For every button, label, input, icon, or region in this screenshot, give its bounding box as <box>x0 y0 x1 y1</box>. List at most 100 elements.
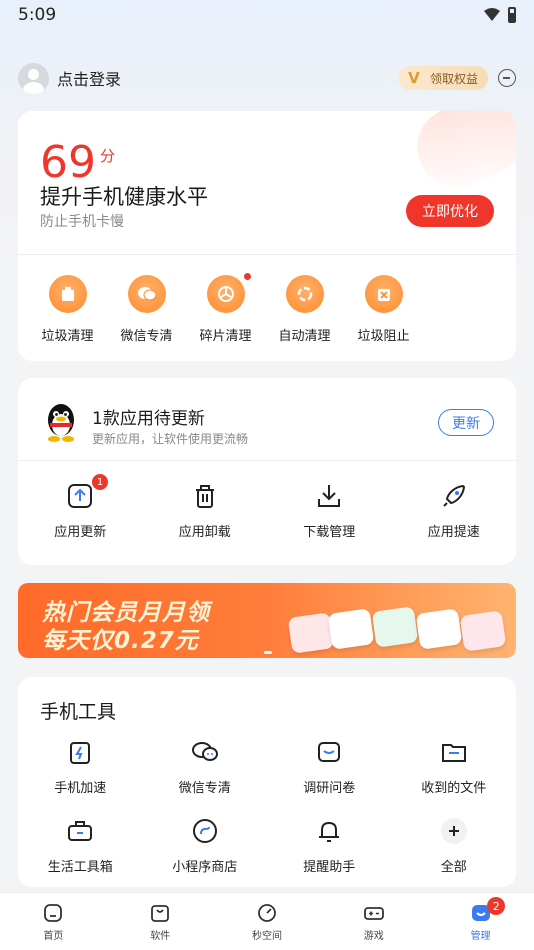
nav-label: 软件 <box>150 930 171 942</box>
auto-clean-icon <box>285 275 324 313</box>
score-subtitle: 防止手机卡慢 <box>40 214 124 230</box>
quick-item-wechat-clean[interactable]: 微信专清 <box>107 275 186 344</box>
quick-label: 垃圾阻止 <box>357 329 410 344</box>
tool-label: 全部 <box>440 860 467 875</box>
app-update-icon <box>68 484 93 508</box>
nav-manage[interactable]: 2 管理 <box>427 893 534 950</box>
vip-label: 领取权益 <box>429 71 478 86</box>
avatar[interactable] <box>18 62 49 94</box>
tencent-video-icon <box>415 608 463 650</box>
score-unit: 分 <box>100 147 116 165</box>
notification-dot <box>244 273 251 280</box>
vip-benefits-button[interactable]: V 领取权益 <box>397 66 488 90</box>
folder-icon <box>441 744 466 762</box>
fragment-icon <box>206 275 245 313</box>
banner-line-2: 每天仅0.27元 <box>42 628 199 654</box>
quick-item-fragment-clean[interactable]: 碎片清理 <box>186 273 265 344</box>
quick-item-auto-clean[interactable]: 自动清理 <box>265 275 344 344</box>
gamepad-icon <box>363 906 384 920</box>
download-manager-item[interactable]: 下载管理 <box>267 481 392 540</box>
tool-label: 下载管理 <box>303 525 356 540</box>
tool-wechat-clean[interactable]: 微信专清 <box>143 737 268 796</box>
app-update-card: 1款应用待更新 更新应用，让软件使用更流畅 更新 1 应用更新 应用卸载 下载管… <box>18 378 516 565</box>
block-icon <box>364 275 403 313</box>
nav-software[interactable]: 软件 <box>107 893 214 950</box>
banner-page-indicator <box>264 651 272 654</box>
app-logos-decoration <box>280 591 510 654</box>
vip-icon: V <box>408 69 420 87</box>
nav-home[interactable]: 首页 <box>0 893 107 950</box>
tool-mini-program-store[interactable]: 小程序商店 <box>143 816 268 875</box>
vip-promo-banner[interactable]: 热门会员月月领 每天仅0.27元 <box>18 583 516 658</box>
bell-icon <box>319 821 340 842</box>
quick-item-trash-clean[interactable]: 垃圾清理 <box>28 275 107 344</box>
plus-icon <box>440 818 467 844</box>
tool-all[interactable]: 全部 <box>392 816 517 875</box>
speedup-icon <box>70 742 91 764</box>
quick-label: 自动清理 <box>278 329 331 344</box>
battery-icon <box>508 7 516 23</box>
home-icon <box>44 903 63 922</box>
divider <box>18 254 516 255</box>
login-area[interactable]: 点击登录 <box>18 62 121 94</box>
mango-tv-icon <box>327 608 375 650</box>
update-button[interactable]: 更新 <box>438 409 494 436</box>
tool-label: 应用更新 <box>54 525 107 540</box>
status-icons <box>484 7 516 23</box>
trash-box-icon <box>48 275 87 313</box>
tools-title: 手机工具 <box>40 701 117 723</box>
tool-reminder[interactable]: 提醒助手 <box>267 816 392 875</box>
rocket-icon <box>443 484 465 507</box>
survey-icon <box>318 742 341 762</box>
quick-label: 碎片清理 <box>199 329 252 344</box>
tool-label: 应用卸载 <box>178 525 231 540</box>
optimize-button[interactable]: 立即优化 <box>406 195 494 227</box>
header: 点击登录 V 领取权益 <box>18 60 516 96</box>
manage-badge: 2 <box>487 897 506 915</box>
score-display: 69 分 <box>40 141 115 185</box>
header-actions: V 领取权益 <box>397 66 516 90</box>
tool-label: 收到的文件 <box>421 781 487 796</box>
decorative-arrow <box>404 111 516 201</box>
tool-survey[interactable]: 调研问卷 <box>267 737 392 796</box>
login-text[interactable]: 点击登录 <box>57 66 121 90</box>
qq-penguin-icon <box>48 404 74 442</box>
update-subtitle: 更新应用，让软件使用更流畅 <box>92 432 249 446</box>
quick-item-trash-block[interactable]: 垃圾阻止 <box>344 275 423 344</box>
nav-space[interactable]: 秒空间 <box>214 893 321 950</box>
tool-life-toolbox[interactable]: 生活工具箱 <box>18 816 143 875</box>
nav-label: 秒空间 <box>251 930 282 942</box>
update-summary: 1款应用待更新 更新应用，让软件使用更流畅 更新 <box>18 378 516 461</box>
nav-label: 管理 <box>470 930 491 942</box>
quick-label: 微信专清 <box>120 329 173 344</box>
nav-label: 游戏 <box>363 930 384 942</box>
nav-label: 首页 <box>43 930 64 942</box>
gauge-icon <box>258 903 276 922</box>
tool-label: 调研问卷 <box>303 781 356 796</box>
iqiyi-icon <box>371 606 419 648</box>
app-speedup-item[interactable]: 应用提速 <box>392 481 517 540</box>
quick-label: 垃圾清理 <box>41 329 94 344</box>
toolbox-icon <box>68 821 93 841</box>
collapse-icon[interactable] <box>498 69 516 87</box>
update-count-badge: 1 <box>92 474 108 490</box>
app-uninstall-item[interactable]: 应用卸载 <box>143 481 268 540</box>
tool-label: 应用提速 <box>427 525 480 540</box>
wifi-icon <box>484 8 500 21</box>
app-tools-row: 1 应用更新 应用卸载 下载管理 应用提速 <box>18 474 517 540</box>
bag-icon <box>151 904 170 922</box>
wechat-icon <box>191 742 218 761</box>
nav-games[interactable]: 游戏 <box>320 893 427 950</box>
bottom-nav: 首页 软件 秒空间 游戏 2 管理 <box>0 892 534 950</box>
quick-clean-row: 垃圾清理 微信专清 碎片清理 自动清理 垃圾阻止 <box>28 273 423 344</box>
tool-label: 微信专清 <box>178 781 231 796</box>
app-update-item[interactable]: 1 应用更新 <box>18 474 143 540</box>
tool-label: 生活工具箱 <box>47 860 113 875</box>
download-icon <box>318 485 341 507</box>
tool-received-files[interactable]: 收到的文件 <box>392 737 517 796</box>
tool-label: 提醒助手 <box>303 860 356 875</box>
tools-grid: 手机加速 微信专清 调研问卷 收到的文件 生活工具箱 小程序商店 提醒助手 全部 <box>18 737 516 875</box>
tool-phone-speedup[interactable]: 手机加速 <box>18 737 143 796</box>
status-bar: 5:09 <box>0 0 534 30</box>
mini-program-icon <box>192 819 217 843</box>
